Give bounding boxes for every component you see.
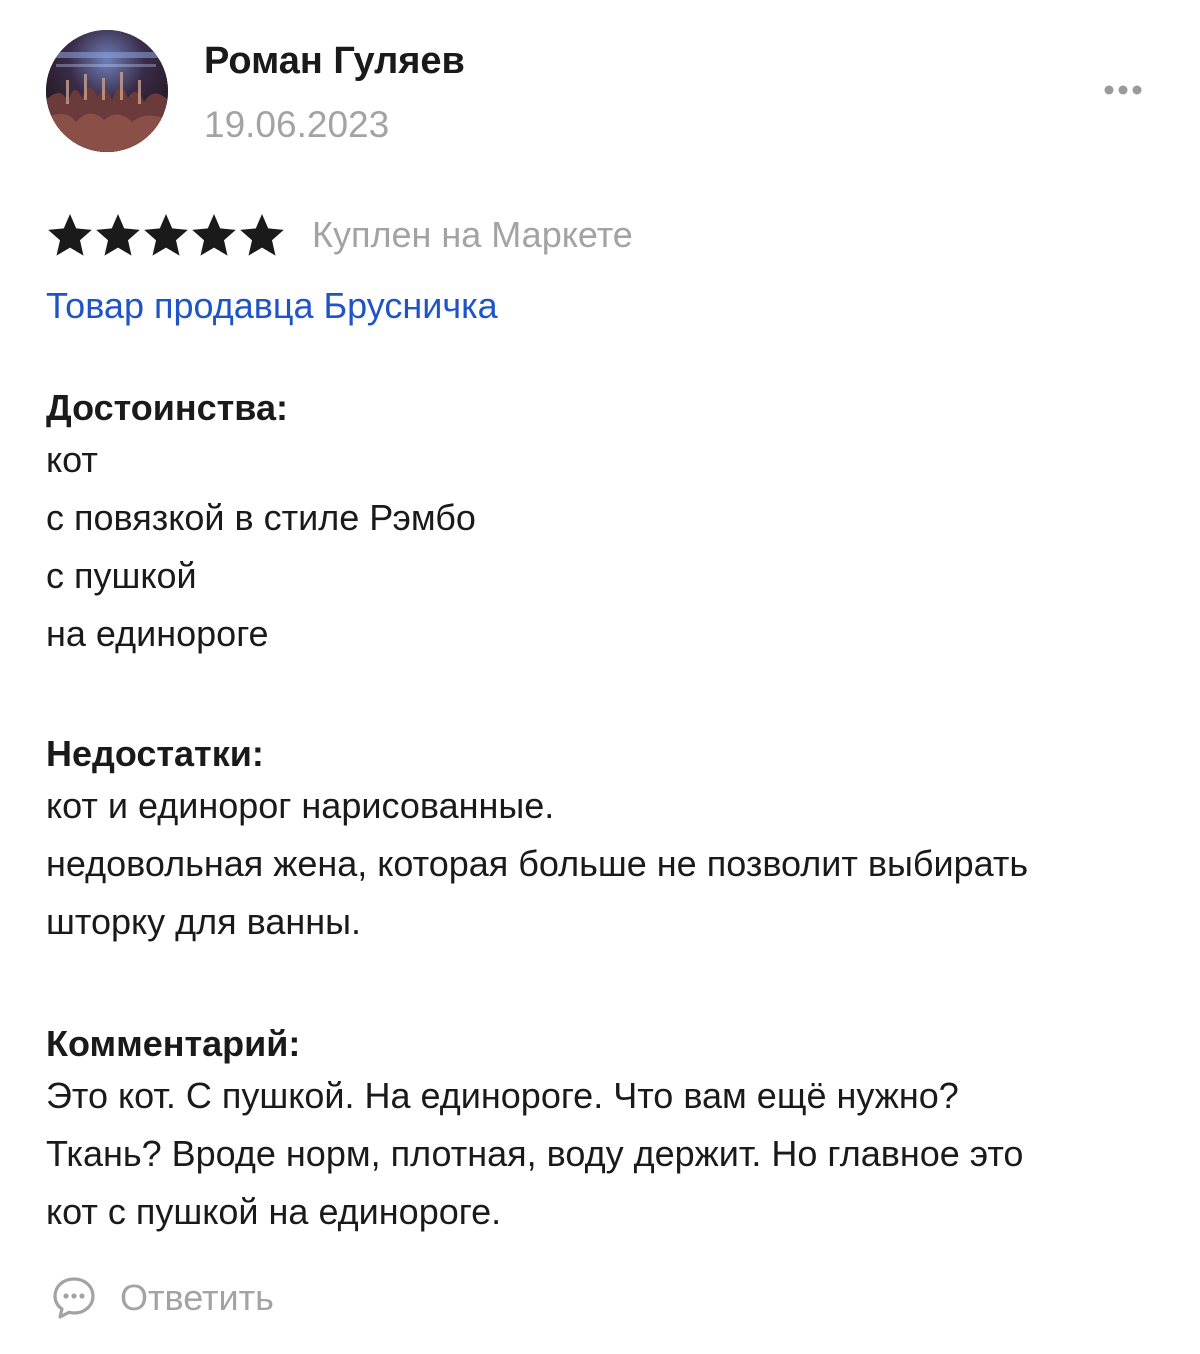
star-icon — [144, 214, 188, 256]
avatar-image — [46, 30, 168, 152]
cons-line: кот и единорог нарисованные. — [46, 785, 555, 826]
cons-section: Недостатки: кот и единорог нарисованные.… — [46, 731, 1166, 951]
pros-line: кот — [46, 439, 98, 480]
speech-bubble-icon — [53, 1277, 95, 1319]
pros-section: Достоинства: кот с повязкой в стиле Рэмб… — [46, 385, 1166, 663]
comment-line: кот с пушкой на единороге. — [46, 1191, 502, 1232]
cons-heading: Недостатки: — [46, 733, 264, 774]
pros-line: с повязкой в стиле Рэмбо — [46, 497, 476, 538]
comment-line: Ткань? Вроде норм, плотная, воду держит.… — [46, 1133, 1024, 1174]
pros-line: с пушкой — [46, 555, 197, 596]
review-date: 19.06.2023 — [204, 104, 390, 145]
pros-heading: Достоинства: — [46, 387, 288, 428]
seller-link[interactable]: Товар продавца Брусничка — [46, 283, 498, 329]
avatar[interactable] — [46, 30, 168, 152]
more-dots-icon — [1104, 85, 1142, 95]
reply-button[interactable]: Ответить — [50, 1272, 274, 1324]
more-button[interactable] — [1096, 72, 1150, 108]
pros-line: на единороге — [46, 613, 269, 654]
comment-section: Комментарий: Это кот. С пушкой. На едино… — [46, 1021, 1166, 1241]
comment-heading: Комментарий: — [46, 1023, 301, 1064]
purchase-note: Куплен на Маркете — [312, 214, 633, 255]
star-icon — [48, 214, 92, 256]
reply-label: Ответить — [120, 1277, 274, 1318]
star-icon — [96, 214, 140, 256]
rating-stars — [46, 210, 286, 260]
cons-line: недовольная жена, которая больше не позв… — [46, 843, 1029, 884]
comment-line: Это кот. С пушкой. На единороге. Что вам… — [46, 1075, 959, 1116]
star-icon — [192, 214, 236, 256]
author-name[interactable]: Роман Гуляев — [204, 38, 465, 84]
cons-line: шторку для ванны. — [46, 901, 362, 942]
star-icon — [240, 214, 284, 256]
